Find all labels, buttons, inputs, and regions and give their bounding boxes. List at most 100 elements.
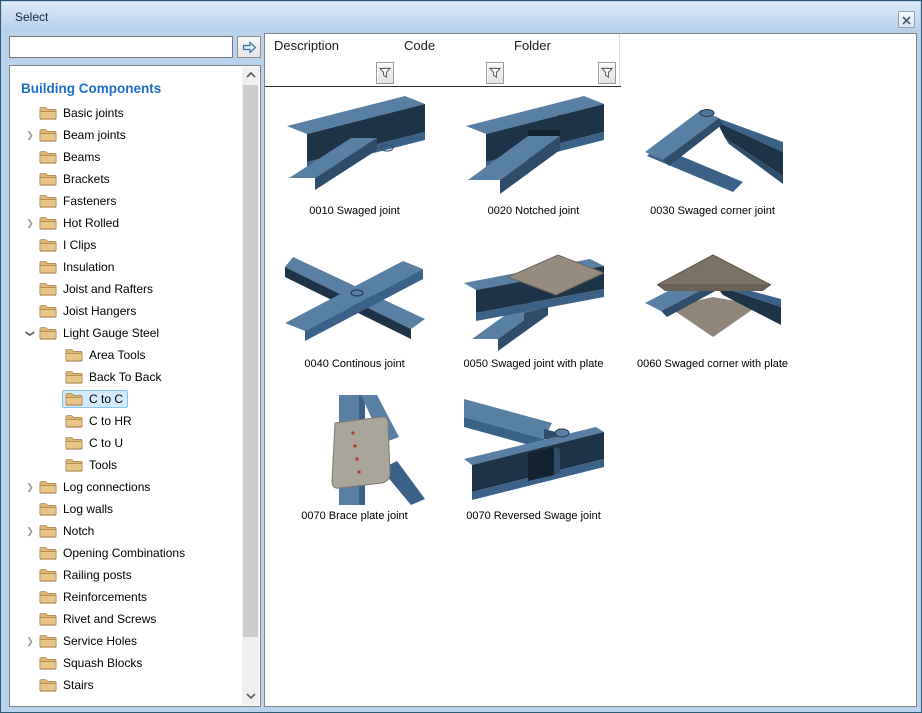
- folder-icon: [39, 216, 57, 230]
- folder-icon: [39, 590, 57, 604]
- component-item[interactable]: 0070 Reversed Swage joint: [444, 395, 623, 545]
- tree-item[interactable]: C to HR: [11, 410, 242, 432]
- chevron-icon[interactable]: ❯: [24, 526, 36, 537]
- tree-item[interactable]: Opening Combinations: [11, 542, 242, 564]
- folder-icon: [39, 546, 57, 560]
- component-label: 0040 Continous joint: [265, 358, 444, 370]
- tree-item[interactable]: Joist Hangers: [11, 300, 242, 322]
- component-label: 0060 Swaged corner with plate: [623, 358, 802, 370]
- chevron-icon[interactable]: ❯: [24, 218, 36, 229]
- close-icon: [902, 16, 911, 25]
- tree-item-label: Brackets: [63, 172, 110, 186]
- component-tree: Building Components Basic joints ❯ Beam …: [11, 66, 242, 705]
- folder-icon: [39, 634, 57, 648]
- chevron-icon[interactable]: ❯: [25, 327, 36, 339]
- brace-plate-joint-3d-thumbnail: [285, 395, 425, 505]
- folder-icon: [39, 172, 57, 186]
- tree-item-label: Railing posts: [63, 568, 132, 582]
- tree-item-label: Light Gauge Steel: [63, 326, 159, 340]
- chevron-icon[interactable]: ❯: [24, 636, 36, 647]
- tree-item[interactable]: Rivet and Screws: [11, 608, 242, 630]
- search-input[interactable]: [9, 36, 233, 58]
- folder-icon: [39, 480, 57, 494]
- folder-icon: [65, 348, 83, 362]
- component-item[interactable]: 0030 Swaged corner joint: [623, 90, 802, 240]
- tree-item-label: Insulation: [63, 260, 114, 274]
- folder-icon: [65, 414, 83, 428]
- close-button[interactable]: [898, 11, 915, 28]
- tree-item[interactable]: Squash Blocks: [11, 652, 242, 674]
- tree-item[interactable]: ❯ Log connections: [11, 476, 242, 498]
- chevron-icon[interactable]: ❯: [24, 482, 36, 493]
- tree-item[interactable]: ❯ Notch: [11, 520, 242, 542]
- component-label: 0070 Reversed Swage joint: [444, 510, 623, 522]
- tree-item[interactable]: ❯ Hot Rolled: [11, 212, 242, 234]
- tree-item-label: C to HR: [89, 414, 132, 428]
- folder-icon: [39, 502, 57, 516]
- tree-item[interactable]: Railing posts: [11, 564, 242, 586]
- tree-item[interactable]: Fasteners: [11, 190, 242, 212]
- folder-icon: [39, 260, 57, 274]
- scrollbar-thumb[interactable]: [243, 85, 258, 637]
- swaged-corner-with-plate-3d-thumbnail: [643, 243, 783, 353]
- tree-item[interactable]: Stairs: [11, 674, 242, 696]
- component-thumbnail: [285, 243, 425, 353]
- tree-item-label: Notch: [63, 524, 94, 538]
- component-item[interactable]: 0070 Brace plate joint: [265, 395, 444, 545]
- tree-item[interactable]: Log walls: [11, 498, 242, 520]
- tree-item[interactable]: C to C: [11, 388, 242, 410]
- component-item[interactable]: 0060 Swaged corner with plate: [623, 243, 802, 393]
- tree-item[interactable]: Insulation: [11, 256, 242, 278]
- tree-item[interactable]: C to U: [11, 432, 242, 454]
- tree-scrollbar[interactable]: [242, 67, 259, 705]
- folder-icon: [39, 612, 57, 626]
- folder-icon: [39, 656, 57, 670]
- scroll-up-button[interactable]: [242, 67, 259, 84]
- folder-icon: [39, 282, 57, 296]
- tree-item[interactable]: ❯ Beam joints: [11, 124, 242, 146]
- tree-item[interactable]: Joist and Rafters: [11, 278, 242, 300]
- chevron-up-icon: [246, 72, 256, 78]
- tree-item[interactable]: ❯ Service Holes: [11, 630, 242, 652]
- folder-icon: [65, 458, 83, 472]
- folder-icon: [65, 370, 83, 384]
- component-item[interactable]: 0040 Continous joint: [265, 243, 444, 393]
- tree-item-label: Basic joints: [63, 106, 124, 120]
- tree-root-label[interactable]: Building Components: [21, 81, 242, 96]
- tree-item[interactable]: Back To Back: [11, 366, 242, 388]
- component-label: 0070 Brace plate joint: [265, 510, 444, 522]
- folder-icon: [39, 238, 57, 252]
- component-grid: 0010 Swaged joint 0020 Notched joint 003…: [265, 34, 916, 706]
- results-panel: Description Code Folder: [264, 33, 917, 707]
- component-label: 0030 Swaged corner joint: [623, 205, 802, 217]
- tree-item[interactable]: Brackets: [11, 168, 242, 190]
- select-dialog: Select Building Components Basic joints …: [0, 0, 922, 713]
- component-item[interactable]: 0010 Swaged joint: [265, 90, 444, 240]
- tree-item-label: C to C: [89, 392, 123, 406]
- component-thumbnail: [464, 90, 604, 200]
- folder-icon: [39, 150, 57, 164]
- tree-item[interactable]: Reinforcements: [11, 586, 242, 608]
- tree-item[interactable]: ❯ Light Gauge Steel: [11, 322, 242, 344]
- tree-item[interactable]: I Clips: [11, 234, 242, 256]
- scroll-down-button[interactable]: [242, 688, 259, 705]
- tree-item-label: Log connections: [63, 480, 150, 494]
- component-item[interactable]: 0020 Notched joint: [444, 90, 623, 240]
- tree-item-label: C to U: [89, 436, 123, 450]
- tree-item-label: Back To Back: [89, 370, 161, 384]
- swaged-joint-3d-thumbnail: [285, 90, 425, 200]
- tree-item-label: Reinforcements: [63, 590, 147, 604]
- tree-item[interactable]: Area Tools: [11, 344, 242, 366]
- component-label: 0010 Swaged joint: [265, 205, 444, 217]
- tree-item[interactable]: Beams: [11, 146, 242, 168]
- tree-item[interactable]: Basic joints: [11, 102, 242, 124]
- component-thumbnail: [464, 243, 604, 353]
- component-item[interactable]: 0050 Swaged joint with plate: [444, 243, 623, 393]
- tree-item-label: Rivet and Screws: [63, 612, 156, 626]
- search-go-button[interactable]: [237, 36, 261, 58]
- component-thumbnail: [643, 243, 783, 353]
- chevron-icon[interactable]: ❯: [24, 130, 36, 141]
- tree-item-label: Fasteners: [63, 194, 116, 208]
- tree-item-label: Service Holes: [63, 634, 137, 648]
- tree-item[interactable]: Tools: [11, 454, 242, 476]
